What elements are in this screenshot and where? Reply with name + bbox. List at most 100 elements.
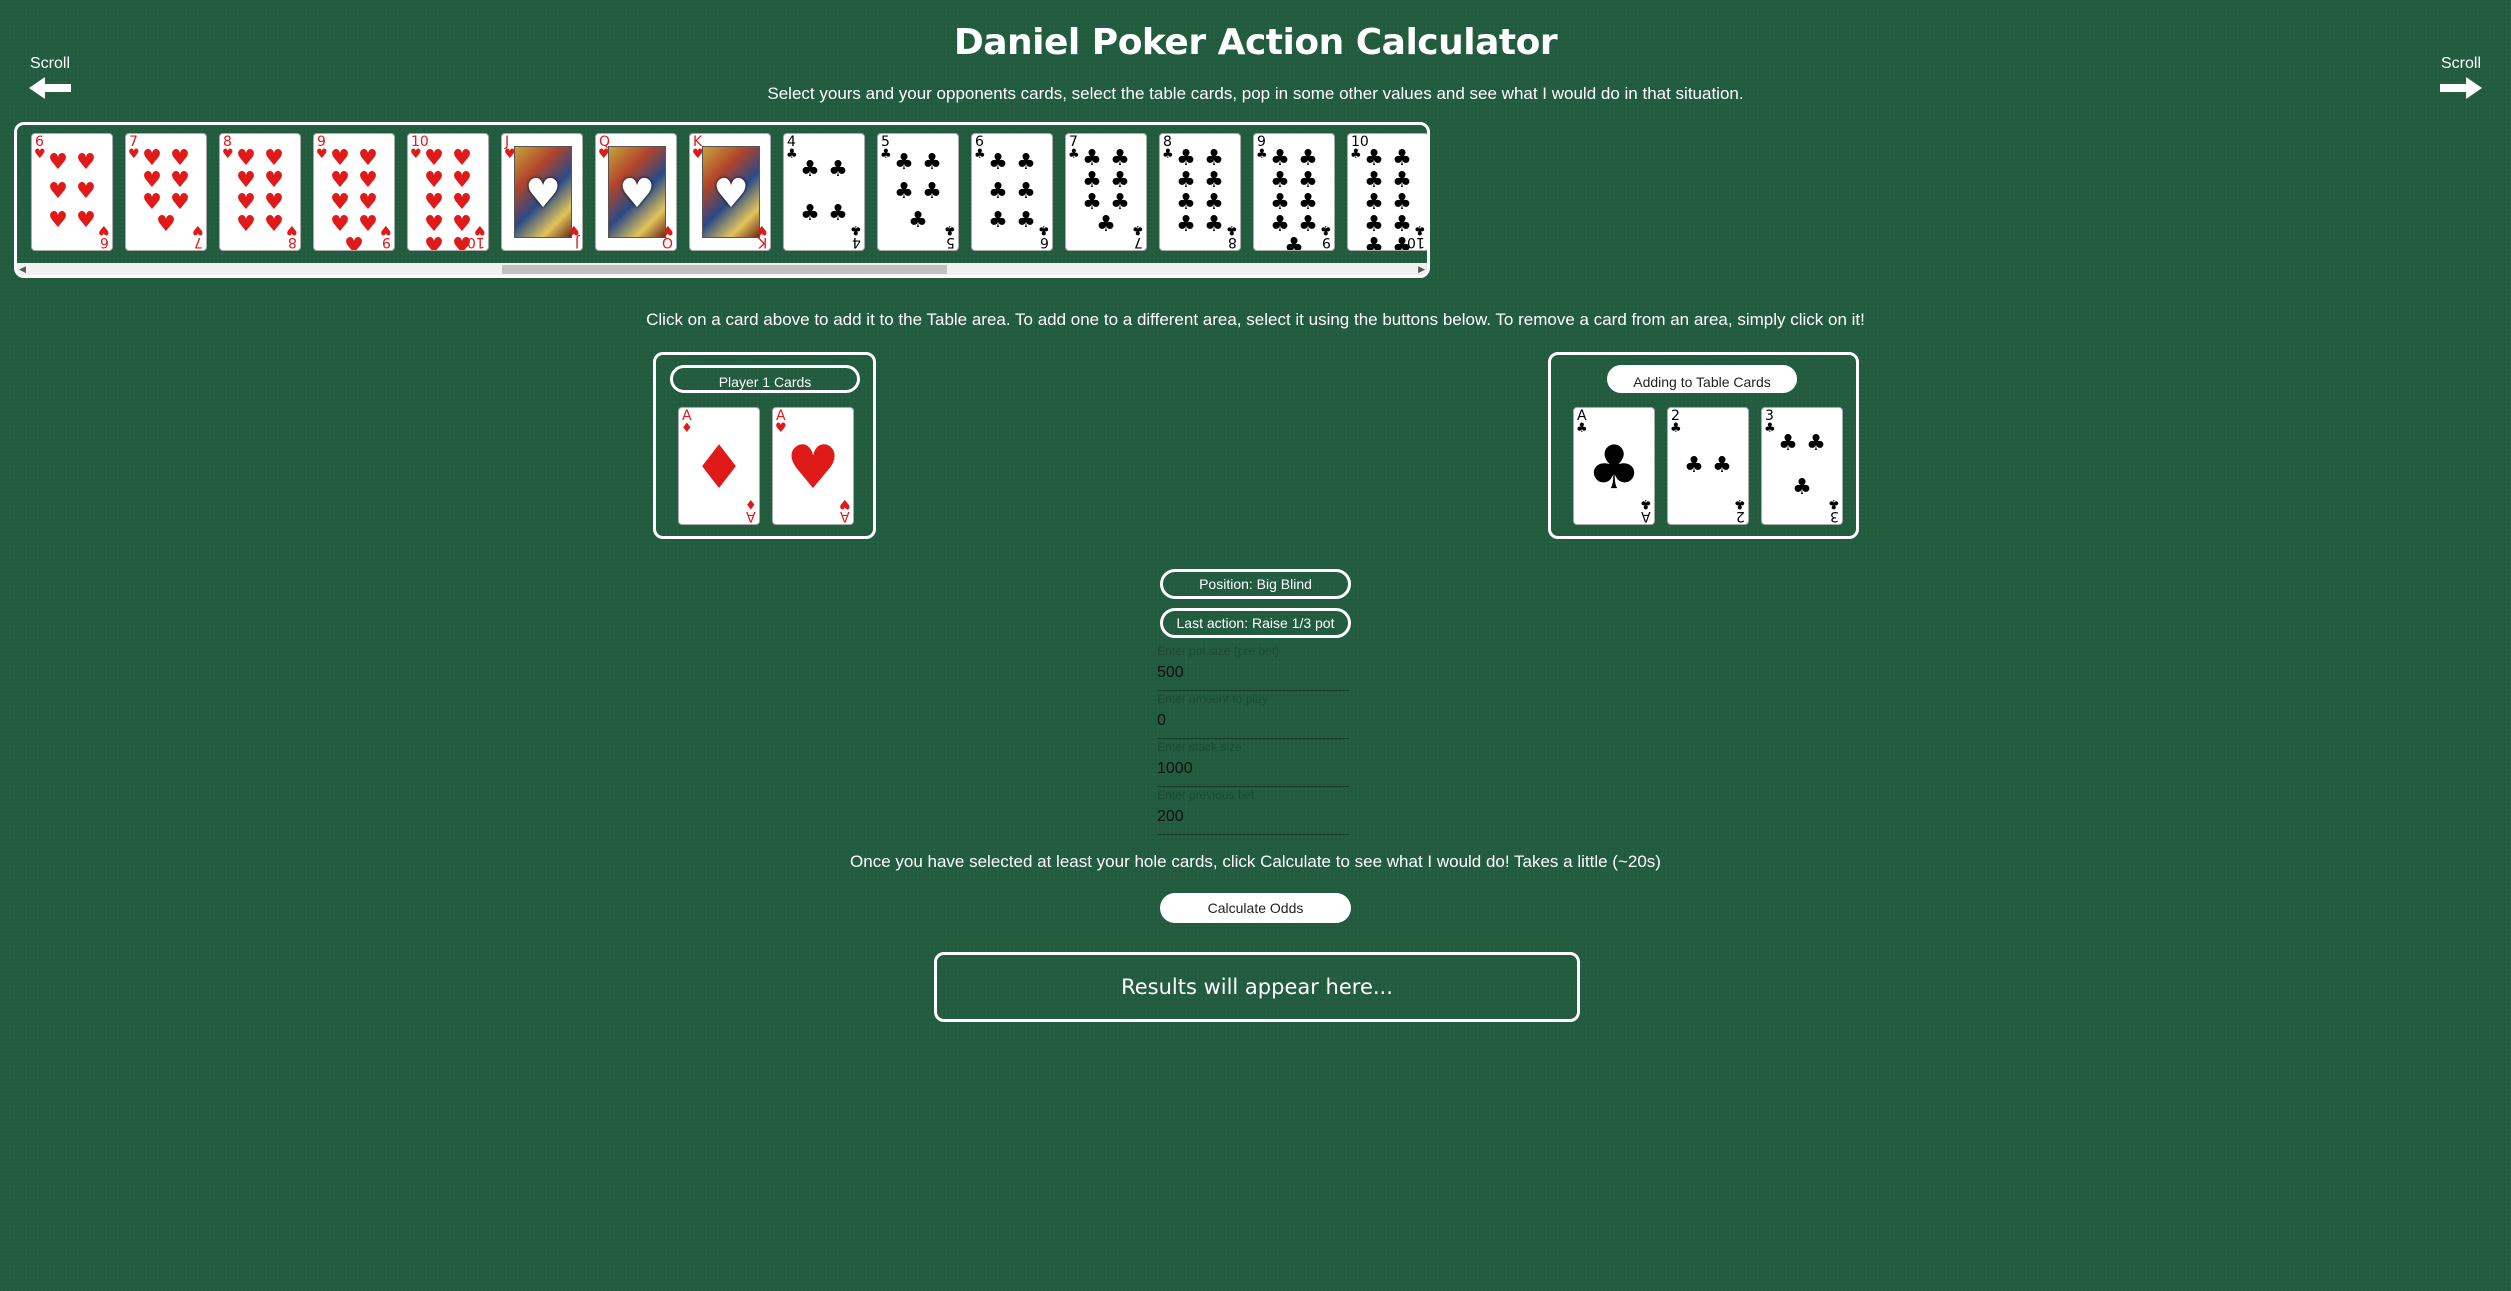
card-pip-icon: ♣ — [1270, 212, 1290, 237]
card-suit-bottom-icon: ♣ — [1226, 222, 1238, 237]
card-pip-icon: ♣ — [1270, 190, 1290, 215]
card-pips: ♥ ♥ ♥ ♥ ♥ ♥ ♥ ♥ ♥ ♥ — [420, 146, 476, 251]
previous-bet-value[interactable]: 200 — [1157, 808, 1184, 826]
scrollbar-right-arrow-icon[interactable]: ▶ — [1418, 264, 1425, 275]
card-pip-icon: ♥ — [452, 168, 472, 193]
card-pip-icon: ♥ — [452, 146, 472, 171]
deck-card[interactable]: 8 ♥ 8 ♥ ♥ ♥ ♥ ♥ ♥ ♥ ♥ ♥ — [219, 133, 301, 251]
card-pip-icon: ♥ — [170, 146, 190, 171]
previous-bet-field[interactable]: Enter previous bet 200 — [1157, 788, 1349, 835]
arrow-right-icon — [2440, 77, 2482, 99]
card-suit-bottom-icon: ♣ — [1038, 222, 1050, 237]
scroll-right-button[interactable]: Scroll — [2431, 55, 2491, 99]
deck-card[interactable]: 8 ♣ 8 ♣ ♣ ♣ ♣ ♣ ♣ ♣ ♣ ♣ — [1159, 133, 1241, 251]
calculate-odds-button[interactable]: Calculate Odds — [1160, 893, 1351, 923]
amount-to-play-value[interactable]: 0 — [1157, 712, 1166, 730]
pot-size-field[interactable]: Enter pot size (pre bet) 500 — [1157, 644, 1349, 691]
card-pip-icon: ♥ — [156, 212, 176, 237]
card-suit-bottom-icon: ♣ — [1734, 496, 1746, 511]
card-suit-bottom-icon: ♣ — [944, 222, 956, 237]
card-pip-icon: ♣ — [894, 149, 914, 175]
card-face-suit-icon: ♥ — [619, 171, 655, 217]
card-pip-icon: ♥ — [358, 212, 378, 237]
scrollbar-left-arrow-icon[interactable]: ◀ — [19, 264, 26, 275]
scroll-left-button[interactable]: Scroll — [20, 55, 80, 99]
card-pip-icon: ♥ — [264, 168, 284, 193]
card-pip-icon: ♣ — [1096, 212, 1116, 237]
card-suit-bottom-icon: ♥ — [286, 222, 298, 237]
card-suit-bottom-icon: ♣ — [1828, 496, 1840, 511]
table-cards-button[interactable]: Adding to Table Cards — [1607, 365, 1797, 393]
amount-to-play-field[interactable]: Enter amount to play 0 — [1157, 692, 1349, 739]
card-rank-bottom: 6 — [1040, 234, 1049, 250]
card-pip-icon: ♥ — [330, 146, 350, 171]
pot-size-value[interactable]: 500 — [1157, 664, 1184, 682]
amount-to-play-placeholder: Enter amount to play — [1157, 692, 1268, 706]
results-panel: Results will appear here... — [934, 952, 1580, 1022]
deck-card[interactable]: 7 ♥ 7 ♥ ♥ ♥ ♥ ♥ ♥ ♥ ♥ — [125, 133, 207, 251]
card-pip-icon: ♥ — [264, 190, 284, 215]
stack-size-field[interactable]: Enter stack size 1000 — [1157, 740, 1349, 787]
last-action-button[interactable]: Last action: Raise 1/3 pot — [1160, 608, 1351, 638]
player-card[interactable]: A ♥ A ♥ ♥ — [772, 407, 854, 525]
card-suit-bottom-icon: ♣ — [1640, 496, 1652, 511]
card-pip-icon: ♣ — [1298, 146, 1318, 171]
deck-card[interactable]: Q ♥ Q ♥ ♥ — [595, 133, 677, 251]
card-rank-bottom: 9 — [1322, 234, 1331, 250]
card-suit-bottom-icon: ♥ — [380, 222, 392, 237]
card-suit-bottom-icon: ♣ — [850, 222, 862, 237]
table-card[interactable]: 2 ♣ 2 ♣ ♣ ♣ — [1667, 407, 1749, 525]
horizontal-scrollbar[interactable]: ◀ ▶ — [17, 263, 1427, 275]
card-pip-icon: ♥ — [76, 178, 96, 204]
deck-card-list: 6 ♥ 6 ♥ ♥ ♥ ♥ ♥ ♥ ♥ 7 ♥ 7 ♥ ♥ ♥ ♥ ♥ ♥ ♥ ♥ 8 ♥ 8 ♥ ♥ ♥ ♥ ♥ ♥ ♥ ♥ ♥ 9 ♥ 9 ♥ ♥ ♥ ♥… — [31, 133, 1427, 251]
deck-card[interactable]: 6 ♥ 6 ♥ ♥ ♥ ♥ ♥ ♥ ♥ — [31, 133, 113, 251]
card-pip-icon: ♣ — [1176, 168, 1196, 193]
card-pips: ♣ ♣ ♣ ♣ ♣ — [890, 148, 946, 236]
scrollbar-thumb[interactable] — [502, 265, 947, 274]
card-face-suit-icon: ♥ — [713, 171, 749, 217]
card-face-art: ♥ — [608, 146, 666, 238]
deck-card[interactable]: K ♥ K ♥ ♥ — [689, 133, 771, 251]
card-pip-icon: ♥ — [76, 208, 96, 234]
position-button[interactable]: Position: Big Blind — [1160, 569, 1351, 599]
deck-card[interactable]: 10 ♣ 10 ♣ ♣ ♣ ♣ ♣ ♣ ♣ ♣ ♣ ♣ ♣ — [1347, 133, 1427, 251]
deck-card[interactable]: J ♥ J ♥ ♥ — [501, 133, 583, 251]
card-pip-icon: ♣ — [1270, 146, 1290, 171]
card-rank-bottom: 4 — [852, 234, 861, 250]
card-pips: ♣ ♣ ♣ ♣ ♣ ♣ ♣ ♣ — [1172, 148, 1228, 236]
player-card[interactable]: A ♦ A ♦ ♦ — [678, 407, 760, 525]
deck-card[interactable]: 7 ♣ 7 ♣ ♣ ♣ ♣ ♣ ♣ ♣ ♣ — [1065, 133, 1147, 251]
calculate-instructions: Once you have selected at least your hol… — [850, 852, 1661, 871]
card-pip-icon: ♣ — [1712, 453, 1732, 478]
card-deck-strip[interactable]: 6 ♥ 6 ♥ ♥ ♥ ♥ ♥ ♥ ♥ 7 ♥ 7 ♥ ♥ ♥ ♥ ♥ ♥ ♥ ♥ 8 ♥ 8 ♥ ♥ ♥ ♥ ♥ ♥ ♥ ♥ ♥ 9 ♥ 9 ♥ ♥ ♥ ♥… — [14, 122, 1430, 278]
deck-card[interactable]: 5 ♣ 5 ♣ ♣ ♣ ♣ ♣ ♣ — [877, 133, 959, 251]
card-pip-icon: ♥ — [330, 190, 350, 215]
deck-card[interactable]: 4 ♣ 4 ♣ ♣ ♣ ♣ ♣ — [783, 133, 865, 251]
deck-card[interactable]: 9 ♥ 9 ♥ ♥ ♥ ♥ ♥ ♥ ♥ ♥ ♥ ♥ — [313, 133, 395, 251]
stack-size-value[interactable]: 1000 — [1157, 760, 1193, 778]
card-pips: ♥ ♥ ♥ ♥ ♥ ♥ — [44, 148, 100, 236]
card-pip-icon: ♣ — [1082, 168, 1102, 193]
deck-card[interactable]: 6 ♣ 6 ♣ ♣ ♣ ♣ ♣ ♣ ♣ — [971, 133, 1053, 251]
card-rank-bottom: 7 — [1134, 234, 1143, 250]
deck-card[interactable]: 9 ♣ 9 ♣ ♣ ♣ ♣ ♣ ♣ ♣ ♣ ♣ ♣ — [1253, 133, 1335, 251]
card-pip-icon: ♥ — [48, 178, 68, 204]
card-pip-icon: ♣ — [828, 201, 848, 226]
card-pip-icon: ♣ — [908, 208, 928, 234]
card-pip-icon: ♥ — [358, 146, 378, 171]
table-card[interactable]: A ♣ A ♣ ♣ — [1573, 407, 1655, 525]
player-1-cards-button[interactable]: Player 1 Cards — [670, 365, 860, 393]
card-pip-icon: ♣ — [1270, 168, 1290, 193]
deck-card[interactable]: 10 ♥ 10 ♥ ♥ ♥ ♥ ♥ ♥ ♥ ♥ ♥ ♥ ♥ — [407, 133, 489, 251]
card-pip-icon: ♣ — [800, 201, 820, 226]
card-rank-bottom: 2 — [1736, 508, 1745, 524]
card-rank-bottom: 8 — [1228, 234, 1237, 250]
previous-bet-placeholder: Enter previous bet — [1157, 788, 1255, 802]
table-card[interactable]: 3 ♣ 3 ♣ ♣ ♣ ♣ — [1761, 407, 1843, 525]
card-pip-icon: ♣ — [1204, 212, 1224, 237]
card-pip-icon: ♣ — [1364, 190, 1384, 215]
card-pip-icon: ♥ — [452, 190, 472, 215]
card-pip-icon: ♣ — [1684, 453, 1704, 478]
card-rank-bottom: A — [1641, 508, 1651, 524]
card-suit-bottom-icon: ♥ — [474, 222, 486, 237]
